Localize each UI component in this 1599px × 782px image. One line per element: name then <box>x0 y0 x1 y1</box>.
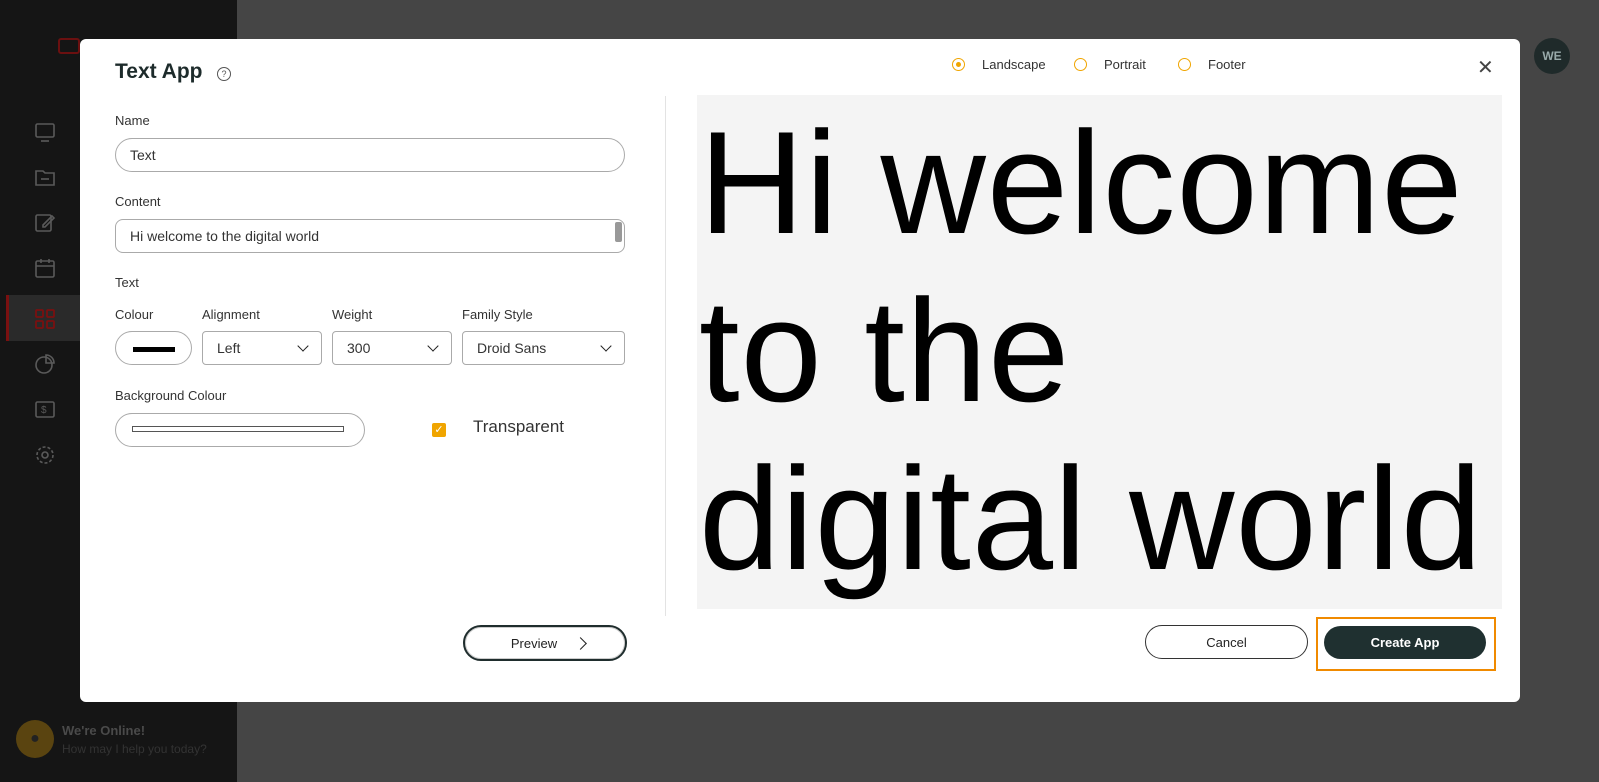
calendar-icon[interactable] <box>34 257 56 279</box>
portrait-label: Portrait <box>1104 57 1146 72</box>
content-label: Content <box>115 194 161 209</box>
family-label: Family Style <box>462 307 533 322</box>
family-value: Droid Sans <box>477 340 547 356</box>
chevron-right-icon <box>574 637 587 650</box>
name-label: Name <box>115 113 150 128</box>
colour-picker[interactable] <box>115 331 192 365</box>
landscape-radio[interactable] <box>952 58 965 71</box>
divider <box>665 96 666 616</box>
portrait-radio[interactable] <box>1074 58 1087 71</box>
chart-icon[interactable] <box>34 353 56 375</box>
svg-text:$: $ <box>41 405 47 416</box>
avatar[interactable]: WE <box>1534 38 1570 74</box>
orientation-landscape[interactable]: Landscape <box>952 57 1046 72</box>
orientation-footer[interactable]: Footer <box>1178 57 1246 72</box>
folder-icon[interactable] <box>34 166 56 188</box>
background-label: Background Colour <box>115 388 227 403</box>
orientation-portrait[interactable]: Portrait <box>1074 57 1146 72</box>
footer-radio[interactable] <box>1178 58 1191 71</box>
weight-select[interactable]: 300 <box>332 331 452 365</box>
transparent-checkbox[interactable]: ✓ <box>432 423 446 437</box>
chevron-down-icon <box>427 340 439 352</box>
apps-icon[interactable] <box>34 308 56 330</box>
preview-canvas: Hi welcome to the digital world <box>697 95 1502 609</box>
preview-button-label: Preview <box>510 635 558 651</box>
alignment-value: Left <box>217 340 241 356</box>
logo-icon <box>58 38 80 54</box>
preview-text: Hi welcome to the digital world <box>699 101 1483 600</box>
create-app-button[interactable]: Create App <box>1324 626 1486 659</box>
cancel-button[interactable]: Cancel <box>1145 625 1308 659</box>
preview-button[interactable]: Preview <box>463 625 627 661</box>
chat-title: We're Online! <box>62 722 146 738</box>
transparent-label: Transparent <box>473 417 565 436</box>
footer-label: Footer <box>1208 57 1246 72</box>
name-input[interactable]: Text <box>115 138 625 172</box>
close-icon[interactable]: ✕ <box>1477 55 1494 80</box>
chat-widget[interactable]: ● We're Online! How may I help you today… <box>16 720 207 758</box>
chat-icon[interactable]: ● <box>16 720 54 758</box>
chevron-down-icon <box>600 340 612 352</box>
content-value: Hi welcome to the digital world <box>130 228 320 244</box>
colour-label: Colour <box>115 307 154 322</box>
alignment-select[interactable]: Left <box>202 331 322 365</box>
content-textarea[interactable]: Hi welcome to the digital world <box>115 219 625 253</box>
weight-label: Weight <box>332 307 373 322</box>
weight-value: 300 <box>347 340 371 356</box>
chevron-down-icon <box>297 340 309 352</box>
help-icon[interactable]: ? <box>217 67 231 81</box>
alignment-label: Alignment <box>202 307 260 322</box>
billing-icon[interactable]: $ <box>34 398 56 420</box>
screen-icon[interactable] <box>34 121 56 143</box>
landscape-label: Landscape <box>982 57 1046 72</box>
settings-icon[interactable] <box>34 444 56 466</box>
chat-subtitle: How may I help you today? <box>62 741 207 756</box>
textarea-scrollbar[interactable] <box>615 222 622 242</box>
text-app-modal: Text App ? Landscape Portrait Footer ✕ N… <box>80 39 1520 702</box>
modal-title: Text App <box>115 60 203 83</box>
colour-swatch <box>133 347 175 352</box>
background-swatch <box>132 426 344 432</box>
family-select[interactable]: Droid Sans <box>462 331 625 365</box>
background-colour-picker[interactable] <box>115 413 365 447</box>
text-section-label: Text <box>115 275 139 290</box>
edit-icon[interactable] <box>34 211 56 233</box>
